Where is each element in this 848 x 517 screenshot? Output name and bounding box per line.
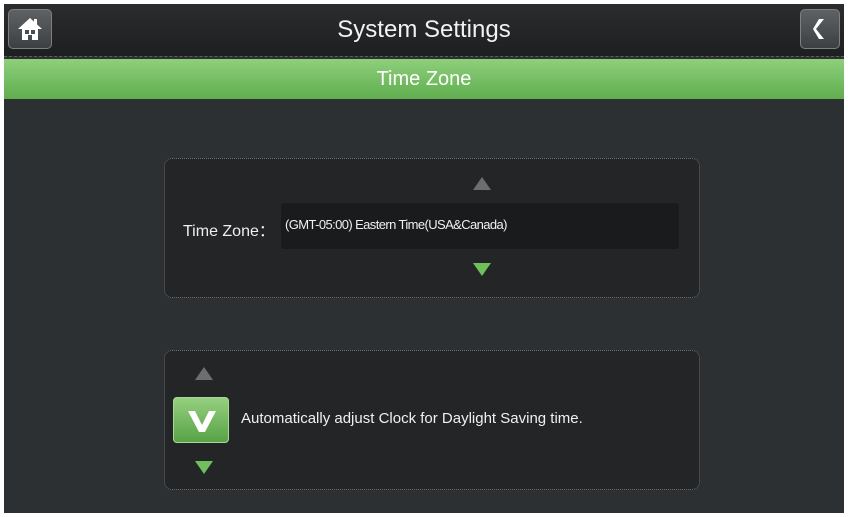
- time-zone-value: (GMT-05:00) Eastern Time(USA&Canada): [285, 217, 507, 232]
- daylight-saving-checkbox[interactable]: [173, 397, 229, 443]
- settings-screen: System Settings Time Zone Time Zone： (GM…: [4, 4, 844, 513]
- daylight-saving-label: Automatically adjust Clock for Daylight …: [241, 410, 583, 427]
- page-title: System Settings: [337, 16, 511, 43]
- time-zone-selector[interactable]: (GMT-05:00) Eastern Time(USA&Canada): [281, 203, 679, 249]
- time-zone-panel: Time Zone： (GMT-05:00) Eastern Time(USA&…: [164, 158, 700, 298]
- section-title: Time Zone: [376, 68, 472, 90]
- section-header: Time Zone: [4, 59, 844, 99]
- time-zone-label: Time Zone：: [183, 223, 275, 240]
- time-zone-down-arrow-icon[interactable]: [473, 263, 491, 281]
- daylight-saving-up-arrow-icon[interactable]: [195, 367, 213, 385]
- time-zone-up-arrow-icon[interactable]: [473, 177, 491, 195]
- header-bar: System Settings: [4, 4, 844, 57]
- daylight-saving-down-arrow-icon[interactable]: [195, 461, 213, 479]
- daylight-saving-panel: Automatically adjust Clock for Daylight …: [164, 350, 700, 490]
- back-button[interactable]: [800, 9, 840, 49]
